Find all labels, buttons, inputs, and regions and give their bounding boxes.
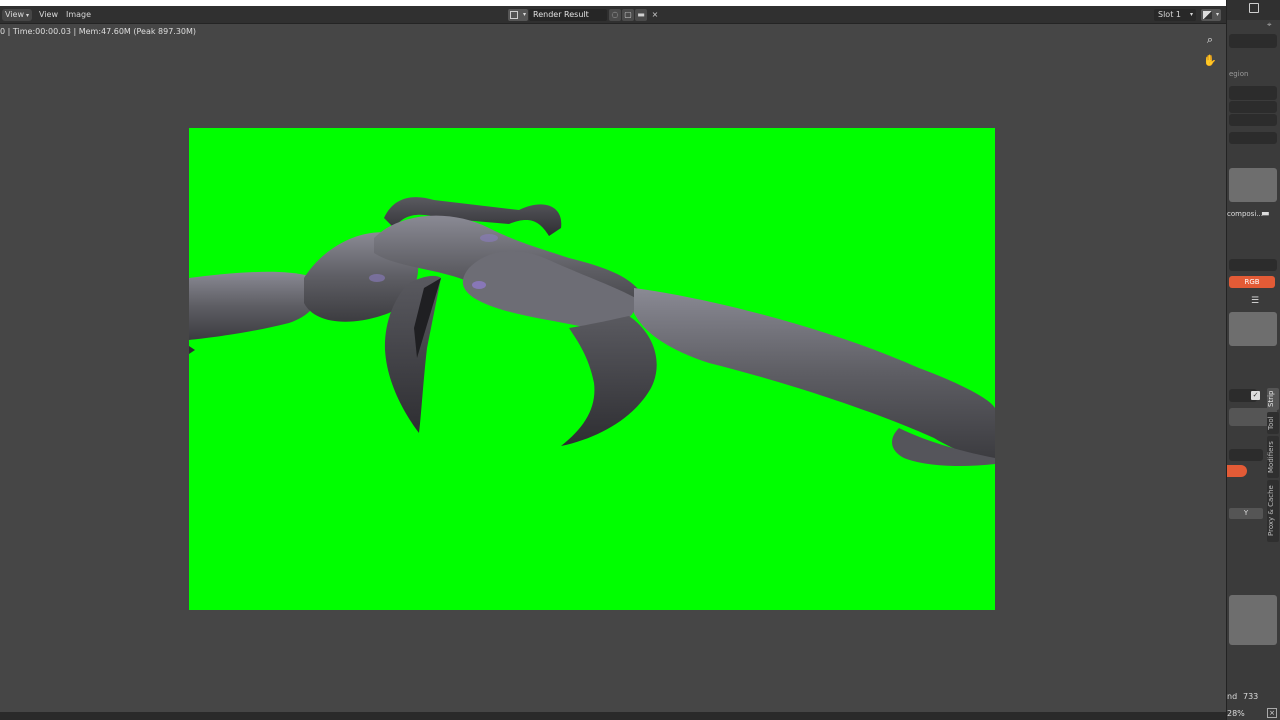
tab-tool[interactable]: Tool	[1267, 412, 1279, 434]
end-frame-field[interactable]: 733	[1243, 692, 1258, 701]
chevron-down-icon: ▾	[1215, 11, 1219, 18]
tab-strip[interactable]: Strip	[1267, 388, 1279, 410]
zoom-percent: 28%	[1227, 709, 1245, 718]
y-field[interactable]: Y	[1229, 508, 1263, 519]
panel-field[interactable]	[1229, 101, 1277, 113]
tab-proxy-cache[interactable]: Proxy & Cache	[1267, 480, 1279, 542]
view-menu-label: View	[5, 10, 24, 19]
view-menu-button[interactable]: View ▾	[2, 9, 32, 21]
tab-modifiers[interactable]: Modifiers	[1267, 436, 1279, 478]
zoom-icon[interactable]: ⌕	[1202, 32, 1218, 48]
pin-icon[interactable]: ⌖	[1267, 20, 1272, 30]
panel-preview[interactable]	[1229, 168, 1277, 202]
close-icon[interactable]: ×	[1267, 708, 1277, 718]
sidebar-panel: ⌖ egion composi... ▬ RGB ☰ ✓ Y nd 733 28…	[1226, 0, 1280, 720]
rendered-creature-shape	[189, 197, 995, 466]
fake-user-icon[interactable]: ◌	[609, 9, 621, 21]
display-channels-button[interactable]: ▾	[1201, 9, 1221, 21]
checkbox[interactable]: ✓	[1251, 391, 1260, 400]
color-field[interactable]	[1227, 465, 1247, 477]
composite-label: composi...	[1227, 210, 1263, 218]
image-icon	[510, 11, 518, 19]
hand-icon[interactable]: ✋	[1202, 53, 1218, 69]
panel-field[interactable]	[1229, 114, 1277, 126]
view-menu[interactable]: View	[39, 9, 58, 21]
slot-label: Slot 1	[1158, 10, 1181, 19]
end-label: nd	[1227, 692, 1238, 701]
panel-field[interactable]	[1229, 34, 1277, 48]
slot-dropdown[interactable]: Slot 1 ▾	[1154, 9, 1196, 21]
panel-preview[interactable]	[1229, 312, 1277, 346]
panel-dropdown[interactable]	[1229, 132, 1277, 144]
close-icon[interactable]: ×	[649, 9, 661, 21]
window-icon[interactable]	[1249, 3, 1259, 13]
panel-header: ⌖	[1227, 0, 1280, 29]
display-channels-icon	[1203, 11, 1212, 19]
folder-icon[interactable]: ▬	[635, 9, 647, 21]
region-label: egion	[1229, 70, 1249, 78]
list-icon[interactable]: ☰	[1251, 296, 1259, 306]
image-name-field[interactable]: Render Result	[529, 9, 607, 21]
render-stats: 0 | Time:00:00.03 | Mem:47.60M (Peak 897…	[0, 27, 197, 36]
new-image-icon[interactable]: ▢	[622, 9, 634, 21]
chevron-down-icon: ▾	[25, 12, 29, 19]
chevron-down-icon: ▾	[1189, 11, 1193, 18]
image-editor-header: View ▾ View Image ▾ Render Result ◌ ▢ ▬ ×…	[0, 6, 1226, 24]
panel-dropdown[interactable]	[1229, 259, 1277, 271]
browse-image-button[interactable]: ▾	[508, 9, 528, 21]
render-result-image	[189, 128, 995, 610]
panel-dropdown[interactable]	[1229, 449, 1263, 461]
folder-icon[interactable]: ▬	[1261, 209, 1273, 219]
image-menu[interactable]: Image	[66, 9, 91, 21]
image-viewport[interactable]: 0 | Time:00:00.03 | Mem:47.60M (Peak 897…	[0, 24, 1226, 712]
chevron-down-icon: ▾	[522, 11, 526, 18]
panel-preview[interactable]	[1229, 595, 1277, 645]
panel-field[interactable]	[1229, 86, 1277, 100]
sidebar-tabs: Strip Tool Modifiers Proxy & Cache	[1267, 388, 1279, 548]
status-bar	[0, 712, 1226, 720]
rgb-button[interactable]: RGB	[1229, 276, 1275, 288]
